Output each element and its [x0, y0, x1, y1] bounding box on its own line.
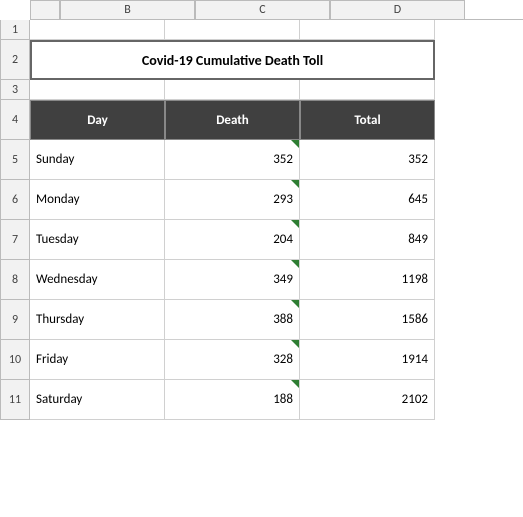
green-triangle-icon	[291, 340, 299, 348]
cell-total-5[interactable]: 1914	[300, 340, 435, 380]
cell-1c[interactable]	[165, 20, 300, 40]
spreadsheet: B C D 1 2 3 4 5 6 7 8 9 10 11	[0, 0, 523, 517]
header-day[interactable]: Day	[30, 100, 165, 140]
cell-3d[interactable]	[300, 80, 435, 100]
cell-day-1[interactable]: Monday	[30, 180, 165, 220]
green-triangle-icon	[291, 140, 299, 148]
cell-1d[interactable]	[300, 20, 435, 40]
cell-total-1[interactable]: 645	[300, 180, 435, 220]
row-header-4[interactable]: 4	[0, 100, 30, 140]
row-header-2[interactable]: 2	[0, 40, 30, 80]
row-header-8[interactable]: 8	[0, 260, 30, 300]
row-header-5[interactable]: 5	[0, 140, 30, 180]
data-row-5: Friday3281914	[30, 340, 523, 380]
data-row-6: Saturday1882102	[30, 380, 523, 420]
row-header-3[interactable]: 3	[0, 80, 30, 100]
data-row-2: Tuesday204849	[30, 220, 523, 260]
cell-1b[interactable]	[30, 20, 165, 40]
row-3	[30, 80, 523, 100]
col-header-a[interactable]	[30, 0, 60, 19]
cell-death-6[interactable]: 188	[165, 380, 300, 420]
row-header-11[interactable]: 11	[0, 380, 30, 420]
data-rows: Sunday352352Monday293645Tuesday204849Wed…	[30, 140, 523, 420]
row-header-9[interactable]: 9	[0, 300, 30, 340]
cell-total-6[interactable]: 2102	[300, 380, 435, 420]
cell-death-0[interactable]: 352	[165, 140, 300, 180]
cell-death-2[interactable]: 204	[165, 220, 300, 260]
col-header-b[interactable]: B	[60, 0, 195, 19]
cell-day-3[interactable]: Wednesday	[30, 260, 165, 300]
cell-3b[interactable]	[30, 80, 165, 100]
row-header-6[interactable]: 6	[0, 180, 30, 220]
cell-day-6[interactable]: Saturday	[30, 380, 165, 420]
green-triangle-icon	[291, 300, 299, 308]
green-triangle-icon	[291, 180, 299, 188]
cell-death-5[interactable]: 328	[165, 340, 300, 380]
cell-total-3[interactable]: 1198	[300, 260, 435, 300]
col-header-c[interactable]: C	[195, 0, 330, 19]
row-header-10[interactable]: 10	[0, 340, 30, 380]
data-row-1: Monday293645	[30, 180, 523, 220]
data-row-4: Thursday3881586	[30, 300, 523, 340]
row-header-1[interactable]: 1	[0, 20, 30, 40]
cell-day-5[interactable]: Friday	[30, 340, 165, 380]
data-row-0: Sunday352352	[30, 140, 523, 180]
data-row-3: Wednesday3491198	[30, 260, 523, 300]
row-2: Covid-19 Cumulative Death Toll	[30, 40, 523, 80]
cell-death-4[interactable]: 388	[165, 300, 300, 340]
header-row: Day Death Total	[30, 100, 523, 140]
cell-total-4[interactable]: 1586	[300, 300, 435, 340]
cell-day-2[interactable]: Tuesday	[30, 220, 165, 260]
green-triangle-icon	[291, 260, 299, 268]
col-header-d[interactable]: D	[330, 0, 465, 19]
header-total[interactable]: Total	[300, 100, 435, 140]
cell-death-1[interactable]: 293	[165, 180, 300, 220]
column-headers: B C D	[30, 0, 523, 20]
green-triangle-icon	[291, 220, 299, 228]
row-headers: 1 2 3 4 5 6 7 8 9 10 11	[0, 20, 30, 420]
cell-3c[interactable]	[165, 80, 300, 100]
header-death[interactable]: Death	[165, 100, 300, 140]
title-cell[interactable]: Covid-19 Cumulative Death Toll	[30, 40, 435, 80]
grid: 1 2 3 4 5 6 7 8 9 10 11 Covid-19 Cumulat…	[0, 20, 523, 420]
cell-death-3[interactable]: 349	[165, 260, 300, 300]
row-header-7[interactable]: 7	[0, 220, 30, 260]
cell-day-0[interactable]: Sunday	[30, 140, 165, 180]
main-grid: Covid-19 Cumulative Death Toll Day Death…	[30, 20, 523, 420]
green-triangle-icon	[291, 380, 299, 388]
cell-total-2[interactable]: 849	[300, 220, 435, 260]
cell-total-0[interactable]: 352	[300, 140, 435, 180]
cell-day-4[interactable]: Thursday	[30, 300, 165, 340]
row-1	[30, 20, 523, 40]
